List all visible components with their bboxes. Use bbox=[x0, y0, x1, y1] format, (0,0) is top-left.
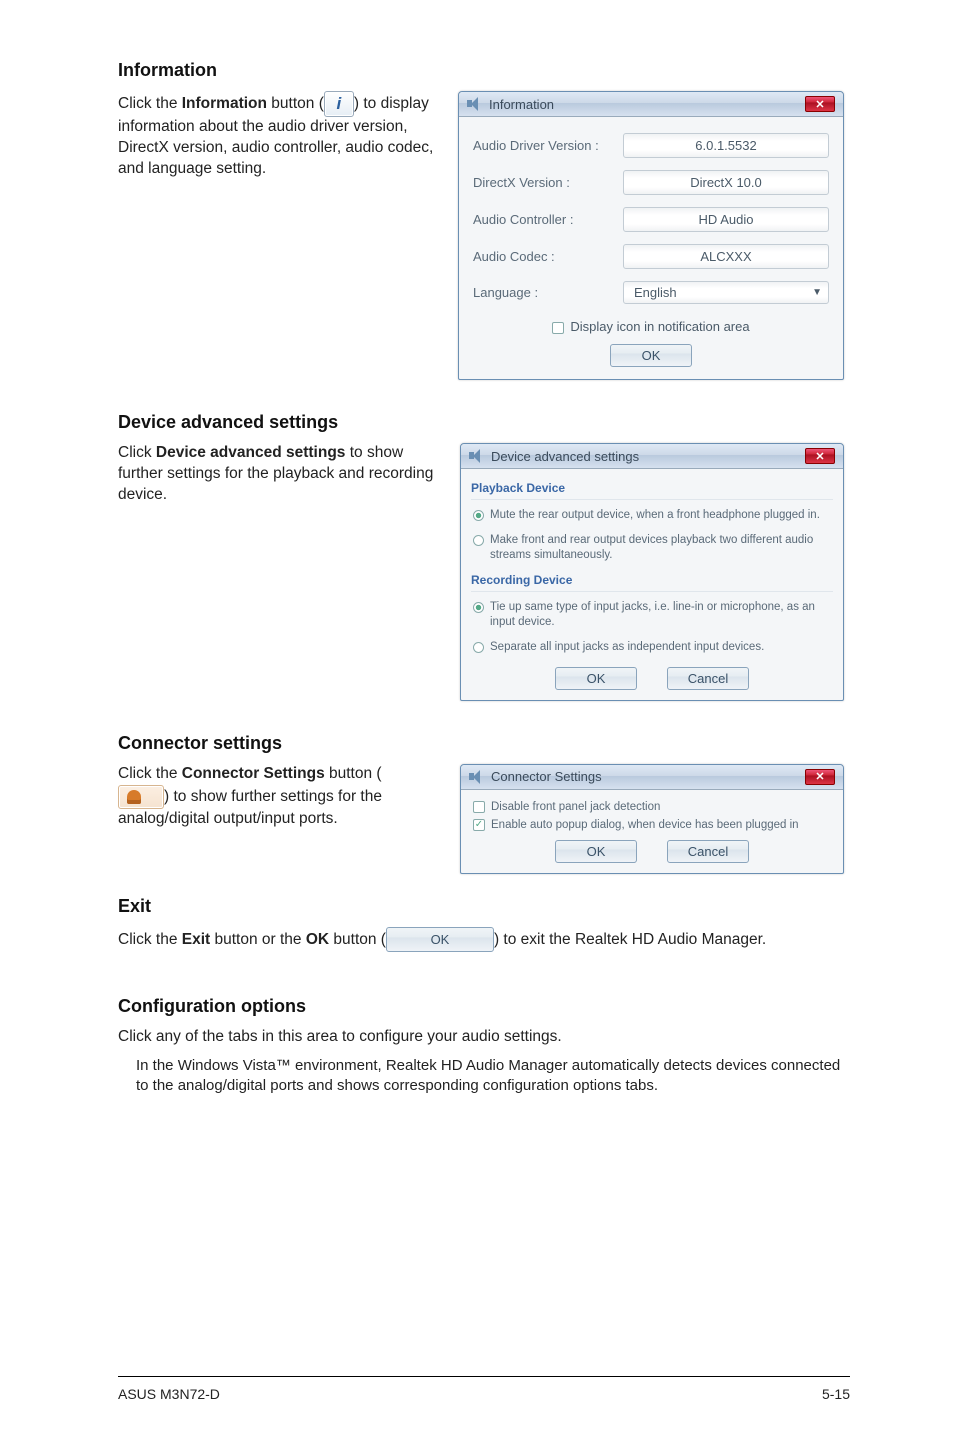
text-bold: Exit bbox=[182, 931, 210, 948]
dialog-titlebar: Information ✕ bbox=[459, 92, 843, 117]
checkbox-label: Disable front panel jack detection bbox=[491, 801, 660, 813]
text-bold: OK bbox=[306, 931, 329, 948]
text: ) to exit the Realtek HD Audio Manager. bbox=[494, 931, 766, 948]
checkbox-icon bbox=[473, 801, 485, 813]
section-heading-information: Information bbox=[118, 60, 844, 81]
checkbox-icon bbox=[552, 322, 564, 334]
section-heading-config: Configuration options bbox=[118, 996, 844, 1017]
dialog-titlebar: Device advanced settings ✕ bbox=[461, 444, 843, 469]
text-bold: Connector Settings bbox=[182, 765, 325, 782]
section-heading-connector: Connector settings bbox=[118, 733, 844, 754]
checkbox-icon bbox=[473, 819, 485, 831]
language-select-value: English bbox=[634, 285, 677, 300]
note-text: In the Windows Vista™ environment, Realt… bbox=[136, 1056, 844, 1097]
label-driver-version: Audio Driver Version : bbox=[473, 138, 623, 153]
value-directx-version: DirectX 10.0 bbox=[623, 170, 829, 195]
dialog-title: Device advanced settings bbox=[491, 449, 639, 464]
dialog-title: Connector Settings bbox=[491, 769, 602, 784]
chevron-down-icon: ▼ bbox=[812, 287, 822, 298]
checkbox-auto-popup[interactable]: Enable auto popup dialog, when device ha… bbox=[473, 816, 831, 834]
text-bold: Device advanced settings bbox=[156, 444, 346, 461]
information-paragraph: Click the Information button (i) to disp… bbox=[118, 91, 438, 180]
footer-right: 5-15 bbox=[822, 1386, 850, 1402]
text-bold: Information bbox=[182, 95, 267, 112]
radio-icon bbox=[473, 642, 484, 653]
text: button ( bbox=[325, 765, 382, 782]
subhead-playback: Playback Device bbox=[471, 477, 833, 500]
section-heading-exit: Exit bbox=[118, 896, 844, 917]
radio-record-separate-jacks[interactable]: Separate all input jacks as independent … bbox=[471, 636, 833, 661]
text: Click the bbox=[118, 95, 182, 112]
radio-icon bbox=[473, 602, 484, 613]
connector-paragraph: Click the Connector Settings button ( ) … bbox=[118, 764, 440, 830]
page-footer: ASUS M3N72-D 5-15 bbox=[0, 1386, 954, 1402]
note-block: In the Windows Vista™ environment, Realt… bbox=[118, 1056, 844, 1097]
footer-left: ASUS M3N72-D bbox=[118, 1386, 220, 1402]
language-select[interactable]: English ▼ bbox=[623, 281, 829, 304]
ok-button[interactable]: OK bbox=[555, 840, 637, 863]
radio-label: Mute the rear output device, when a fron… bbox=[490, 508, 820, 523]
device-advanced-dialog: Device advanced settings ✕ Playback Devi… bbox=[460, 443, 844, 701]
cancel-button[interactable]: Cancel bbox=[667, 667, 749, 690]
radio-label: Tie up same type of input jacks, i.e. li… bbox=[490, 600, 831, 630]
ok-button[interactable]: OK bbox=[610, 344, 692, 367]
dialog-title: Information bbox=[489, 97, 554, 112]
speaker-icon bbox=[467, 97, 483, 111]
info-icon: i bbox=[324, 91, 354, 117]
text: button ( bbox=[267, 95, 324, 112]
checkbox-disable-front-jack[interactable]: Disable front panel jack detection bbox=[473, 798, 831, 816]
close-icon[interactable]: ✕ bbox=[805, 769, 835, 785]
radio-label: Separate all input jacks as independent … bbox=[490, 640, 764, 655]
speaker-icon bbox=[469, 449, 485, 463]
dialog-titlebar: Connector Settings ✕ bbox=[461, 765, 843, 790]
radio-icon bbox=[473, 535, 484, 546]
label-directx-version: DirectX Version : bbox=[473, 175, 623, 190]
text: button or the bbox=[210, 931, 306, 948]
value-audio-controller: HD Audio bbox=[623, 207, 829, 232]
text: button ( bbox=[329, 931, 386, 948]
connector-icon bbox=[118, 785, 164, 809]
checkbox-label: Display icon in notification area bbox=[570, 319, 749, 334]
ok-button-inline: OK bbox=[386, 927, 494, 953]
text: Click bbox=[118, 444, 156, 461]
exit-paragraph: Click the Exit button or the OK button (… bbox=[118, 927, 844, 953]
radio-icon bbox=[473, 510, 484, 521]
value-driver-version: 6.0.1.5532 bbox=[623, 133, 829, 158]
radio-label: Make front and rear output devices playb… bbox=[490, 533, 831, 563]
connector-settings-dialog: Connector Settings ✕ Disable front panel… bbox=[460, 764, 844, 874]
ok-button[interactable]: OK bbox=[555, 667, 637, 690]
label-audio-codec: Audio Codec : bbox=[473, 249, 623, 264]
speaker-icon bbox=[469, 770, 485, 784]
radio-playback-mute-rear[interactable]: Mute the rear output device, when a fron… bbox=[471, 504, 833, 529]
checkbox-display-tray[interactable]: Display icon in notification area bbox=[552, 319, 749, 334]
value-audio-codec: ALCXXX bbox=[623, 244, 829, 269]
section-heading-device: Device advanced settings bbox=[118, 412, 844, 433]
text: Click the bbox=[118, 765, 182, 782]
subhead-recording: Recording Device bbox=[471, 569, 833, 592]
close-icon[interactable]: ✕ bbox=[805, 448, 835, 464]
radio-playback-two-streams[interactable]: Make front and rear output devices playb… bbox=[471, 529, 833, 569]
close-icon[interactable]: ✕ bbox=[805, 96, 835, 112]
text: Click the bbox=[118, 931, 182, 948]
checkbox-label: Enable auto popup dialog, when device ha… bbox=[491, 819, 799, 831]
label-language: Language : bbox=[473, 285, 623, 300]
config-paragraph: Click any of the tabs in this area to co… bbox=[118, 1027, 844, 1048]
label-audio-controller: Audio Controller : bbox=[473, 212, 623, 227]
device-paragraph: Click Device advanced settings to show f… bbox=[118, 443, 440, 506]
cancel-button[interactable]: Cancel bbox=[667, 840, 749, 863]
radio-record-tie-jacks[interactable]: Tie up same type of input jacks, i.e. li… bbox=[471, 596, 833, 636]
information-dialog: Information ✕ Audio Driver Version : 6.0… bbox=[458, 91, 844, 380]
